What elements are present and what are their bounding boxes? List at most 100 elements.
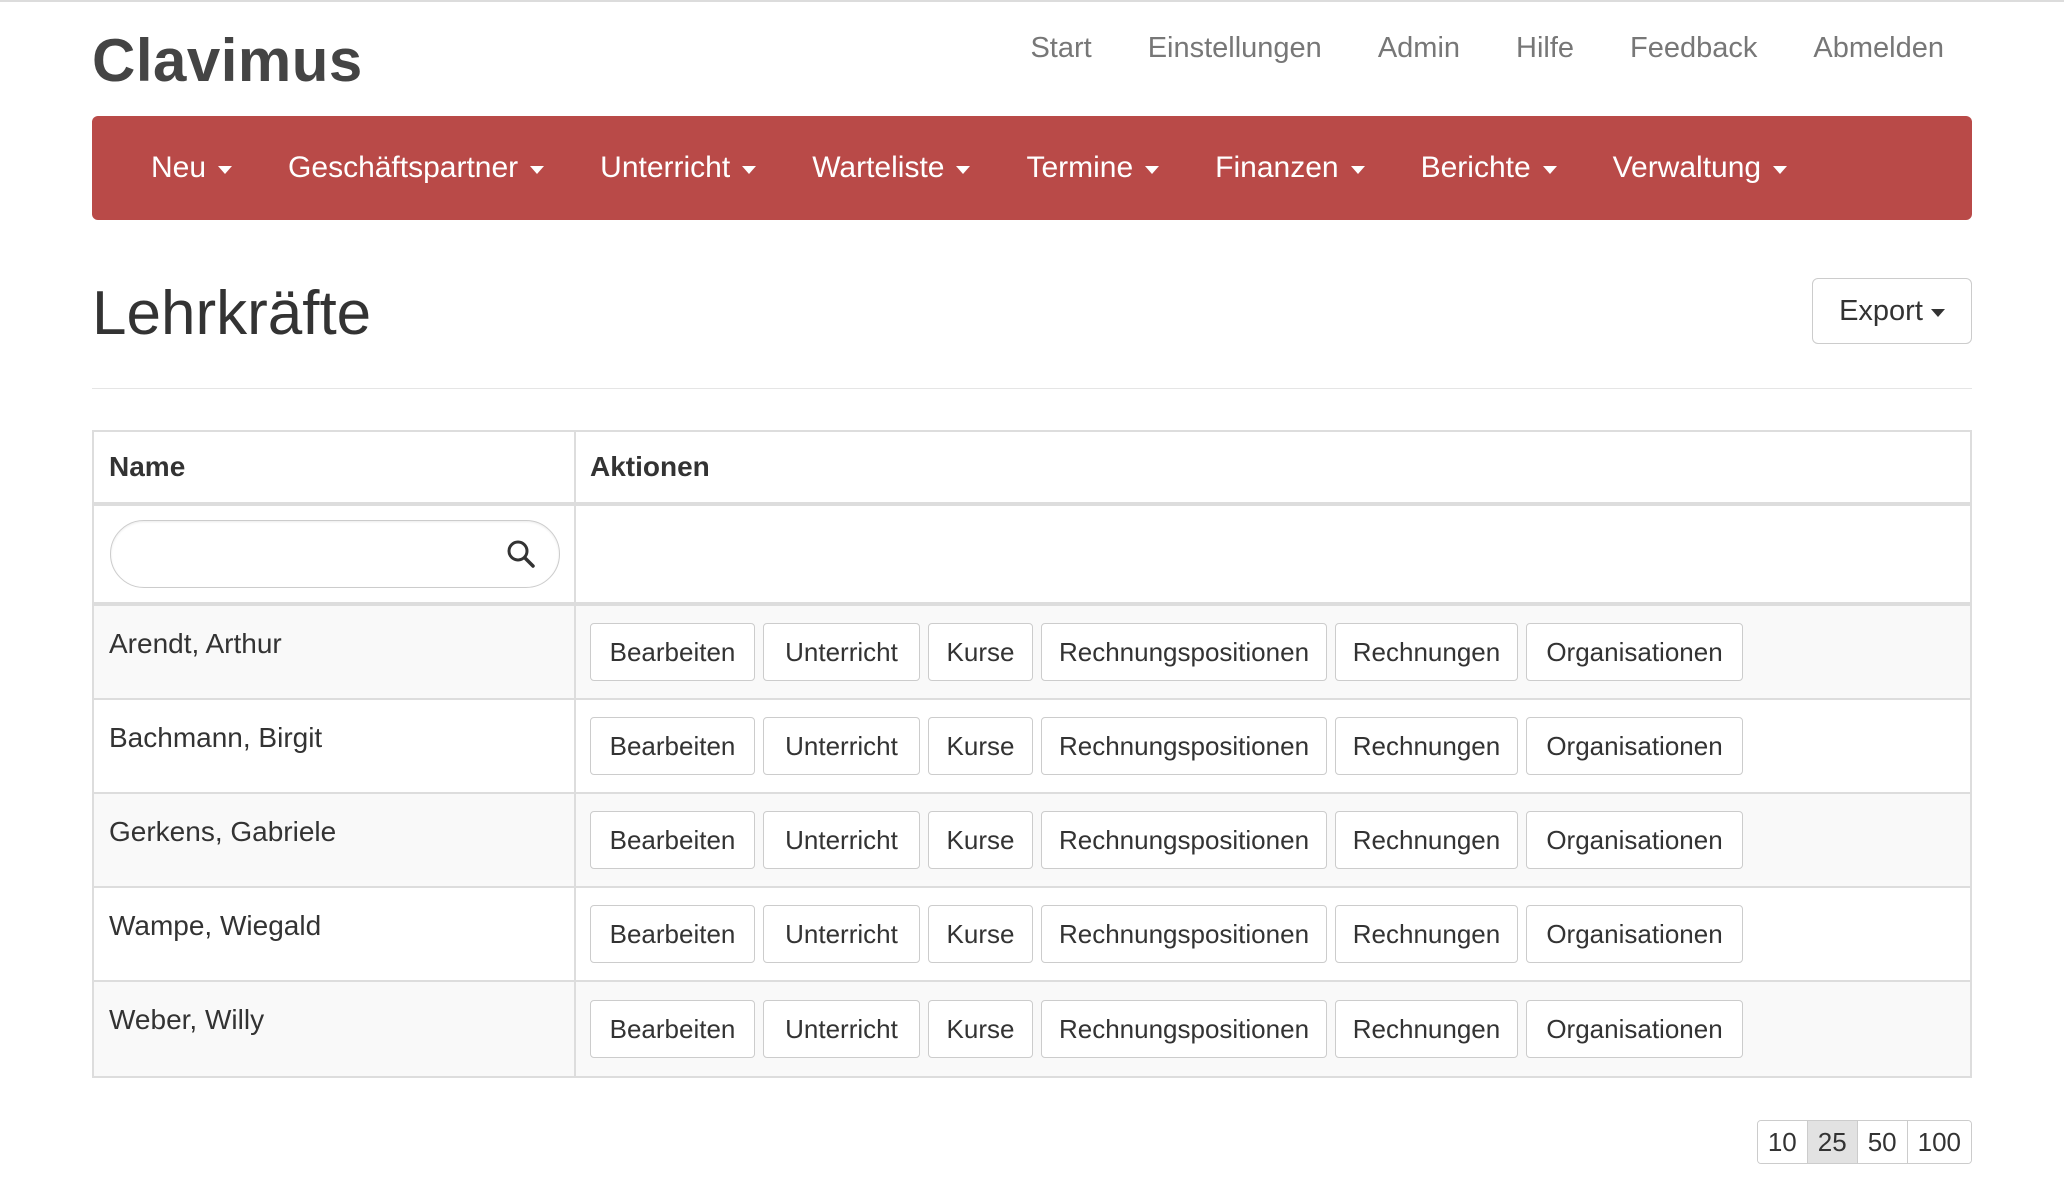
nav-item-label: Verwaltung bbox=[1612, 151, 1762, 184]
caret-down-icon bbox=[1542, 166, 1557, 174]
row-actions: Bearbeiten Unterricht Kurse Rechnungspos… bbox=[576, 982, 1970, 1076]
column-header-actions: Aktionen bbox=[590, 451, 710, 482]
courses-button[interactable]: Kurse bbox=[928, 1000, 1033, 1058]
lessons-button[interactable]: Unterricht bbox=[763, 811, 920, 869]
nav-item-finanzen[interactable]: Finanzen bbox=[1215, 151, 1365, 185]
top-link-abmelden[interactable]: Abmelden bbox=[1813, 32, 1944, 65]
top-links: Start Einstellungen Admin Hilfe Feedback… bbox=[974, 32, 1944, 65]
page-size-selector: 10 25 50 100 bbox=[1756, 1120, 1972, 1164]
nav-item-warteliste[interactable]: Warteliste bbox=[812, 151, 971, 185]
nav-item-label: Unterricht bbox=[600, 151, 731, 184]
page-title: Lehrkräfte bbox=[92, 279, 372, 348]
page-container: Clavimus Start Einstellungen Admin Hilfe… bbox=[92, 0, 1972, 1164]
caret-down-icon bbox=[956, 166, 971, 174]
export-dropdown-button[interactable]: Export bbox=[1812, 278, 1972, 344]
edit-button[interactable]: Bearbeiten bbox=[590, 1000, 755, 1058]
caret-down-icon bbox=[1350, 166, 1365, 174]
header: Clavimus Start Einstellungen Admin Hilfe… bbox=[92, 0, 1972, 116]
table-row: Weber, Willy Bearbeiten Unterricht Kurse… bbox=[94, 982, 1970, 1076]
name-search-input[interactable] bbox=[135, 523, 501, 585]
title-divider bbox=[92, 388, 1972, 389]
nav-item-label: Geschäftspartner bbox=[288, 151, 519, 184]
invoice-items-button[interactable]: Rechnungspositionen bbox=[1041, 811, 1327, 869]
page-size-10[interactable]: 10 bbox=[1757, 1121, 1808, 1163]
row-actions: Bearbeiten Unterricht Kurse Rechnungspos… bbox=[576, 794, 1970, 886]
table-row: Bachmann, Birgit Bearbeiten Unterricht K… bbox=[94, 700, 1970, 794]
invoices-button[interactable]: Rechnungen bbox=[1335, 905, 1518, 963]
edit-button[interactable]: Bearbeiten bbox=[590, 623, 755, 681]
teacher-name: Arendt, Arthur bbox=[94, 606, 576, 698]
organizations-button[interactable]: Organisationen bbox=[1526, 623, 1743, 681]
caret-down-icon bbox=[530, 166, 545, 174]
search-box bbox=[110, 520, 560, 588]
lessons-button[interactable]: Unterricht bbox=[763, 623, 920, 681]
nav-item-berichte[interactable]: Berichte bbox=[1421, 151, 1557, 185]
invoices-button[interactable]: Rechnungen bbox=[1335, 811, 1518, 869]
teacher-name: Wampe, Wiegald bbox=[94, 888, 576, 980]
caret-down-icon bbox=[742, 166, 757, 174]
top-link-einstellungen[interactable]: Einstellungen bbox=[1148, 32, 1322, 65]
organizations-button[interactable]: Organisationen bbox=[1526, 717, 1743, 775]
nav-item-termine[interactable]: Termine bbox=[1026, 151, 1160, 185]
teacher-name: Bachmann, Birgit bbox=[94, 700, 576, 792]
lessons-button[interactable]: Unterricht bbox=[763, 905, 920, 963]
courses-button[interactable]: Kurse bbox=[928, 623, 1033, 681]
nav-item-label: Finanzen bbox=[1215, 151, 1339, 184]
caret-down-icon bbox=[218, 166, 233, 174]
top-link-hilfe[interactable]: Hilfe bbox=[1516, 32, 1574, 65]
nav-item-label: Termine bbox=[1026, 151, 1134, 184]
courses-button[interactable]: Kurse bbox=[928, 811, 1033, 869]
lessons-button[interactable]: Unterricht bbox=[763, 717, 920, 775]
brand-logo[interactable]: Clavimus bbox=[92, 26, 363, 95]
invoice-items-button[interactable]: Rechnungspositionen bbox=[1041, 717, 1327, 775]
search-icon[interactable] bbox=[501, 534, 541, 574]
caret-down-icon bbox=[1145, 166, 1160, 174]
teachers-table: Name Aktionen Arendt, Arthur Bearbeiten … bbox=[92, 430, 1972, 1078]
lessons-button[interactable]: Unterricht bbox=[763, 1000, 920, 1058]
row-actions: Bearbeiten Unterricht Kurse Rechnungspos… bbox=[576, 700, 1970, 792]
organizations-button[interactable]: Organisationen bbox=[1526, 811, 1743, 869]
invoice-items-button[interactable]: Rechnungspositionen bbox=[1041, 905, 1327, 963]
nav-item-geschaeftspartner[interactable]: Geschäftspartner bbox=[288, 151, 545, 185]
organizations-button[interactable]: Organisationen bbox=[1526, 905, 1743, 963]
export-label: Export bbox=[1839, 294, 1923, 327]
name-filter-cell bbox=[94, 506, 576, 602]
nav-item-unterricht[interactable]: Unterricht bbox=[600, 151, 757, 185]
invoices-button[interactable]: Rechnungen bbox=[1335, 717, 1518, 775]
caret-down-icon bbox=[1773, 166, 1788, 174]
page-size-100[interactable]: 100 bbox=[1907, 1121, 1971, 1163]
table-header-row: Name Aktionen bbox=[94, 432, 1970, 506]
table-row: Wampe, Wiegald Bearbeiten Unterricht Kur… bbox=[94, 888, 1970, 982]
nav-item-verwaltung[interactable]: Verwaltung bbox=[1612, 151, 1788, 185]
edit-button[interactable]: Bearbeiten bbox=[590, 717, 755, 775]
nav-item-label: Warteliste bbox=[812, 151, 945, 184]
row-actions: Bearbeiten Unterricht Kurse Rechnungspos… bbox=[576, 606, 1970, 698]
invoice-items-button[interactable]: Rechnungspositionen bbox=[1041, 623, 1327, 681]
page-size-50[interactable]: 50 bbox=[1857, 1121, 1908, 1163]
nav-item-label: Berichte bbox=[1420, 151, 1531, 184]
teacher-name: Gerkens, Gabriele bbox=[94, 794, 576, 886]
caret-down-icon bbox=[1930, 309, 1945, 317]
organizations-button[interactable]: Organisationen bbox=[1526, 1000, 1743, 1058]
teacher-name: Weber, Willy bbox=[94, 982, 576, 1076]
main-navbar: Neu Geschäftspartner Unterricht Wartelis… bbox=[92, 116, 1972, 220]
edit-button[interactable]: Bearbeiten bbox=[590, 905, 755, 963]
invoices-button[interactable]: Rechnungen bbox=[1335, 623, 1518, 681]
page-size-25[interactable]: 25 bbox=[1807, 1121, 1858, 1163]
edit-button[interactable]: Bearbeiten bbox=[590, 811, 755, 869]
invoice-items-button[interactable]: Rechnungspositionen bbox=[1041, 1000, 1327, 1058]
nav-item-label: Neu bbox=[151, 151, 207, 184]
table-row: Gerkens, Gabriele Bearbeiten Unterricht … bbox=[94, 794, 1970, 888]
table-filter-row bbox=[94, 506, 1970, 606]
nav-item-neu[interactable]: Neu bbox=[151, 151, 233, 185]
top-link-admin[interactable]: Admin bbox=[1378, 32, 1460, 65]
top-link-start[interactable]: Start bbox=[1030, 32, 1091, 65]
courses-button[interactable]: Kurse bbox=[928, 717, 1033, 775]
row-actions: Bearbeiten Unterricht Kurse Rechnungspos… bbox=[576, 888, 1970, 980]
invoices-button[interactable]: Rechnungen bbox=[1335, 1000, 1518, 1058]
top-link-feedback[interactable]: Feedback bbox=[1630, 32, 1757, 65]
courses-button[interactable]: Kurse bbox=[928, 905, 1033, 963]
table-row: Arendt, Arthur Bearbeiten Unterricht Kur… bbox=[94, 606, 1970, 700]
actions-filter-cell bbox=[576, 506, 1970, 602]
column-header-name[interactable]: Name bbox=[94, 432, 576, 502]
